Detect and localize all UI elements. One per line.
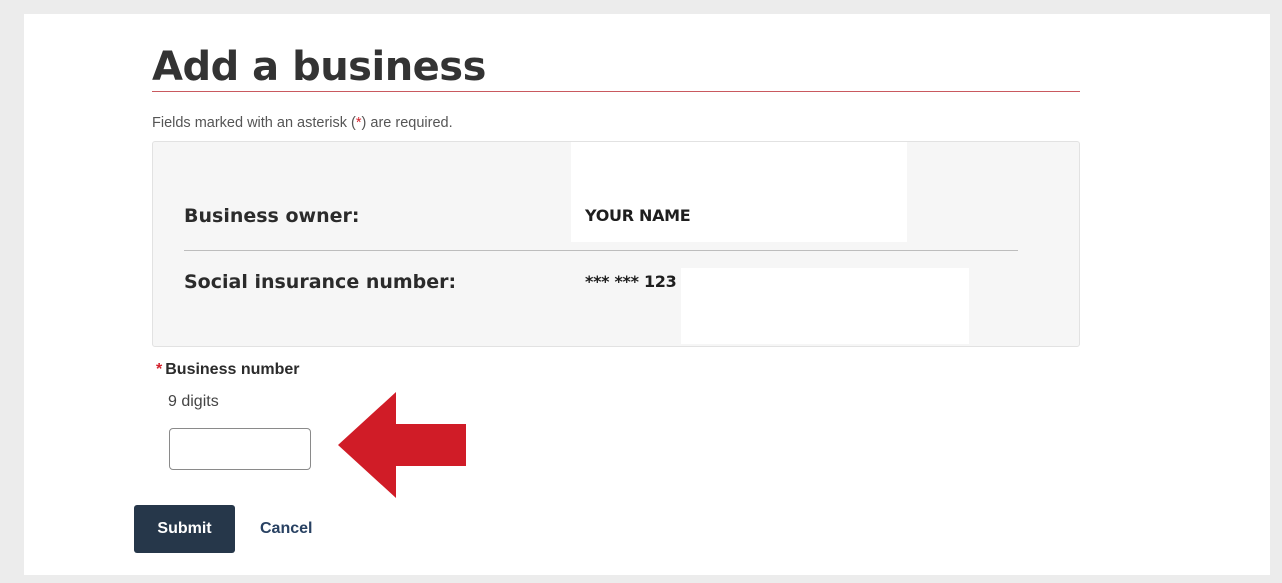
required-marker: *	[156, 361, 163, 378]
business-number-label-text: Business number	[165, 361, 300, 378]
business-number-label: * Business number	[156, 361, 300, 379]
business-number-input[interactable]	[169, 428, 311, 470]
business-owner-value: YOUR NAME	[585, 206, 691, 225]
cancel-link[interactable]: Cancel	[260, 520, 312, 538]
owner-summary-box: Business owner: YOUR NAME Social insuran…	[152, 141, 1080, 347]
page-title: Add a business	[152, 44, 486, 90]
title-divider	[152, 91, 1080, 92]
required-note-suffix: ) are required.	[361, 115, 453, 131]
sin-value: *** *** 123	[585, 272, 677, 291]
red-arrow-icon	[338, 392, 466, 498]
sin-label: Social insurance number:	[184, 271, 457, 293]
redaction-patch	[571, 142, 907, 242]
business-owner-label: Business owner:	[184, 205, 360, 227]
required-fields-note: Fields marked with an asterisk (*) are r…	[152, 115, 453, 131]
submit-button[interactable]: Submit	[134, 505, 235, 553]
required-note-prefix: Fields marked with an asterisk (	[152, 115, 356, 131]
business-number-hint: 9 digits	[168, 393, 219, 410]
summary-divider	[184, 250, 1018, 251]
redaction-patch	[681, 268, 969, 344]
form-panel: Add a business Fields marked with an ast…	[24, 14, 1270, 575]
